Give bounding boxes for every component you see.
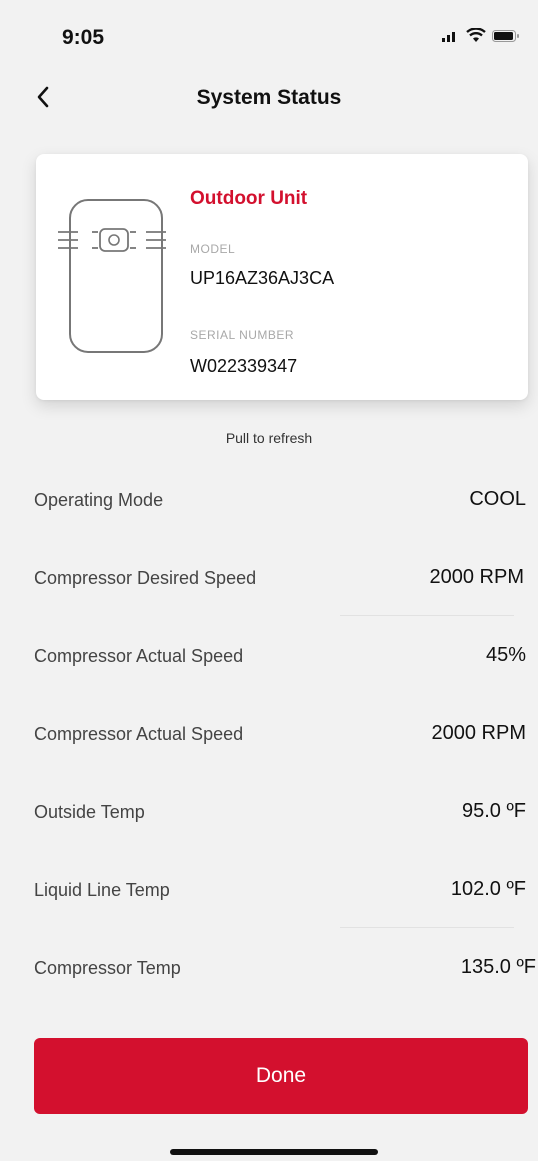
row-value: 2000 RPM <box>431 722 527 744</box>
page-title: System Status <box>196 86 342 109</box>
done-button[interactable]: Done <box>34 1038 528 1114</box>
serial-number-value: W022339347 <box>190 356 298 376</box>
row-value: 45% <box>485 644 526 666</box>
row-label: Compressor Desired Speed <box>34 568 257 588</box>
home-indicator[interactable] <box>170 1149 378 1155</box>
outdoor-unit-icon <box>58 194 170 361</box>
row-value: 2000 RPM <box>429 566 525 588</box>
nav-bar: System Status <box>0 78 538 122</box>
row-label: Outside Temp <box>34 802 145 822</box>
row-value: 95.0 ºF <box>461 800 526 822</box>
row-value: 102.0 ºF <box>450 878 526 900</box>
row-label: Operating Mode <box>34 490 164 510</box>
status-row: Compressor Temp 135.0 ºF <box>0 928 538 1006</box>
pull-to-refresh-hint: Pull to refresh <box>225 430 313 446</box>
model-value: UP16AZ36AJ3CA <box>190 268 335 288</box>
row-label: Liquid Line Temp <box>34 880 170 900</box>
status-icons <box>442 27 520 48</box>
row-label: Compressor Temp <box>34 958 181 978</box>
status-time: 9:05 <box>62 26 105 49</box>
unit-title: Outdoor Unit <box>190 188 308 209</box>
unit-info-card: Outdoor Unit MODEL UP16AZ36AJ3CA SERIAL … <box>36 154 528 400</box>
status-row: Compressor Actual Speed 45% <box>0 616 538 694</box>
row-value: COOL <box>469 488 526 510</box>
model-label: MODEL <box>190 242 236 256</box>
status-list: Operating Mode COOL Compressor Desired S… <box>0 460 538 1006</box>
row-label: Compressor Actual Speed <box>34 646 244 666</box>
status-row: Outside Temp 95.0 ºF <box>0 772 538 850</box>
status-row: Compressor Actual Speed 2000 RPM <box>0 694 538 772</box>
status-row: Liquid Line Temp 102.0 ºF <box>0 850 538 928</box>
row-label: Compressor Actual Speed <box>34 724 244 744</box>
row-value: 135.0 ºF <box>460 956 536 978</box>
signal-icon <box>442 29 460 47</box>
wifi-icon <box>466 27 486 48</box>
status-row: Compressor Desired Speed 2000 RPM <box>0 538 538 616</box>
status-row: Operating Mode COOL <box>0 460 538 538</box>
status-bar: 9:05 <box>0 0 538 80</box>
serial-number-label: SERIAL NUMBER <box>190 328 295 342</box>
battery-icon <box>492 29 520 48</box>
